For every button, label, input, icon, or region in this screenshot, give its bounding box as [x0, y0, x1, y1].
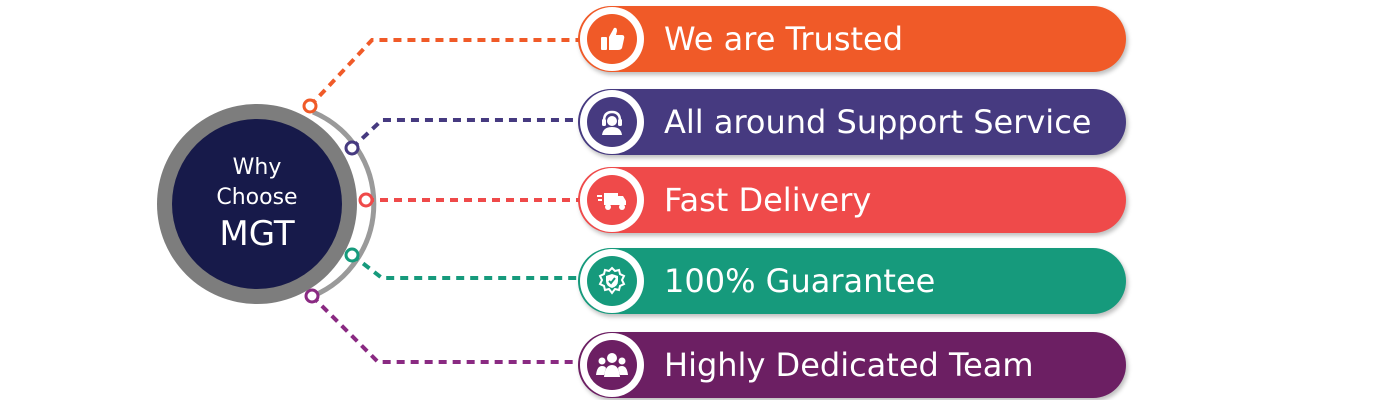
- connector-guarantee: [350, 253, 582, 280]
- node-guarantee: [344, 247, 360, 263]
- hub-line-1: Why: [232, 155, 282, 180]
- item-trusted: We are Trusted: [578, 6, 1126, 72]
- support-agent-icon: [587, 97, 637, 147]
- guarantee-badge-icon: [587, 256, 637, 306]
- item-label-team: Highly Dedicated Team: [664, 346, 1034, 384]
- node-team: [304, 288, 320, 304]
- team-icon: [587, 340, 637, 390]
- hub-circle: Why Choose MGT: [157, 104, 357, 304]
- node-trusted: [302, 98, 318, 114]
- item-label-trusted: We are Trusted: [664, 20, 904, 58]
- connector-team: [310, 294, 582, 364]
- item-label-support: All around Support Service: [664, 103, 1092, 141]
- hub-center: Why Choose MGT: [172, 119, 342, 289]
- connector-trusted: [308, 38, 582, 108]
- item-guarantee: 100% Guarantee: [578, 248, 1126, 314]
- delivery-truck-icon: [587, 175, 637, 225]
- node-delivery: [358, 192, 374, 208]
- item-support: All around Support Service: [578, 89, 1126, 155]
- item-team: Highly Dedicated Team: [578, 332, 1126, 398]
- hub-line-2: Choose: [216, 185, 298, 210]
- item-label-guarantee: 100% Guarantee: [664, 262, 936, 300]
- connector-support: [350, 118, 582, 150]
- item-label-delivery: Fast Delivery: [664, 181, 872, 219]
- item-delivery: Fast Delivery: [578, 167, 1126, 233]
- node-support: [344, 140, 360, 156]
- hub-line-3: MGT: [219, 214, 295, 254]
- thumbs-up-icon: [587, 14, 637, 64]
